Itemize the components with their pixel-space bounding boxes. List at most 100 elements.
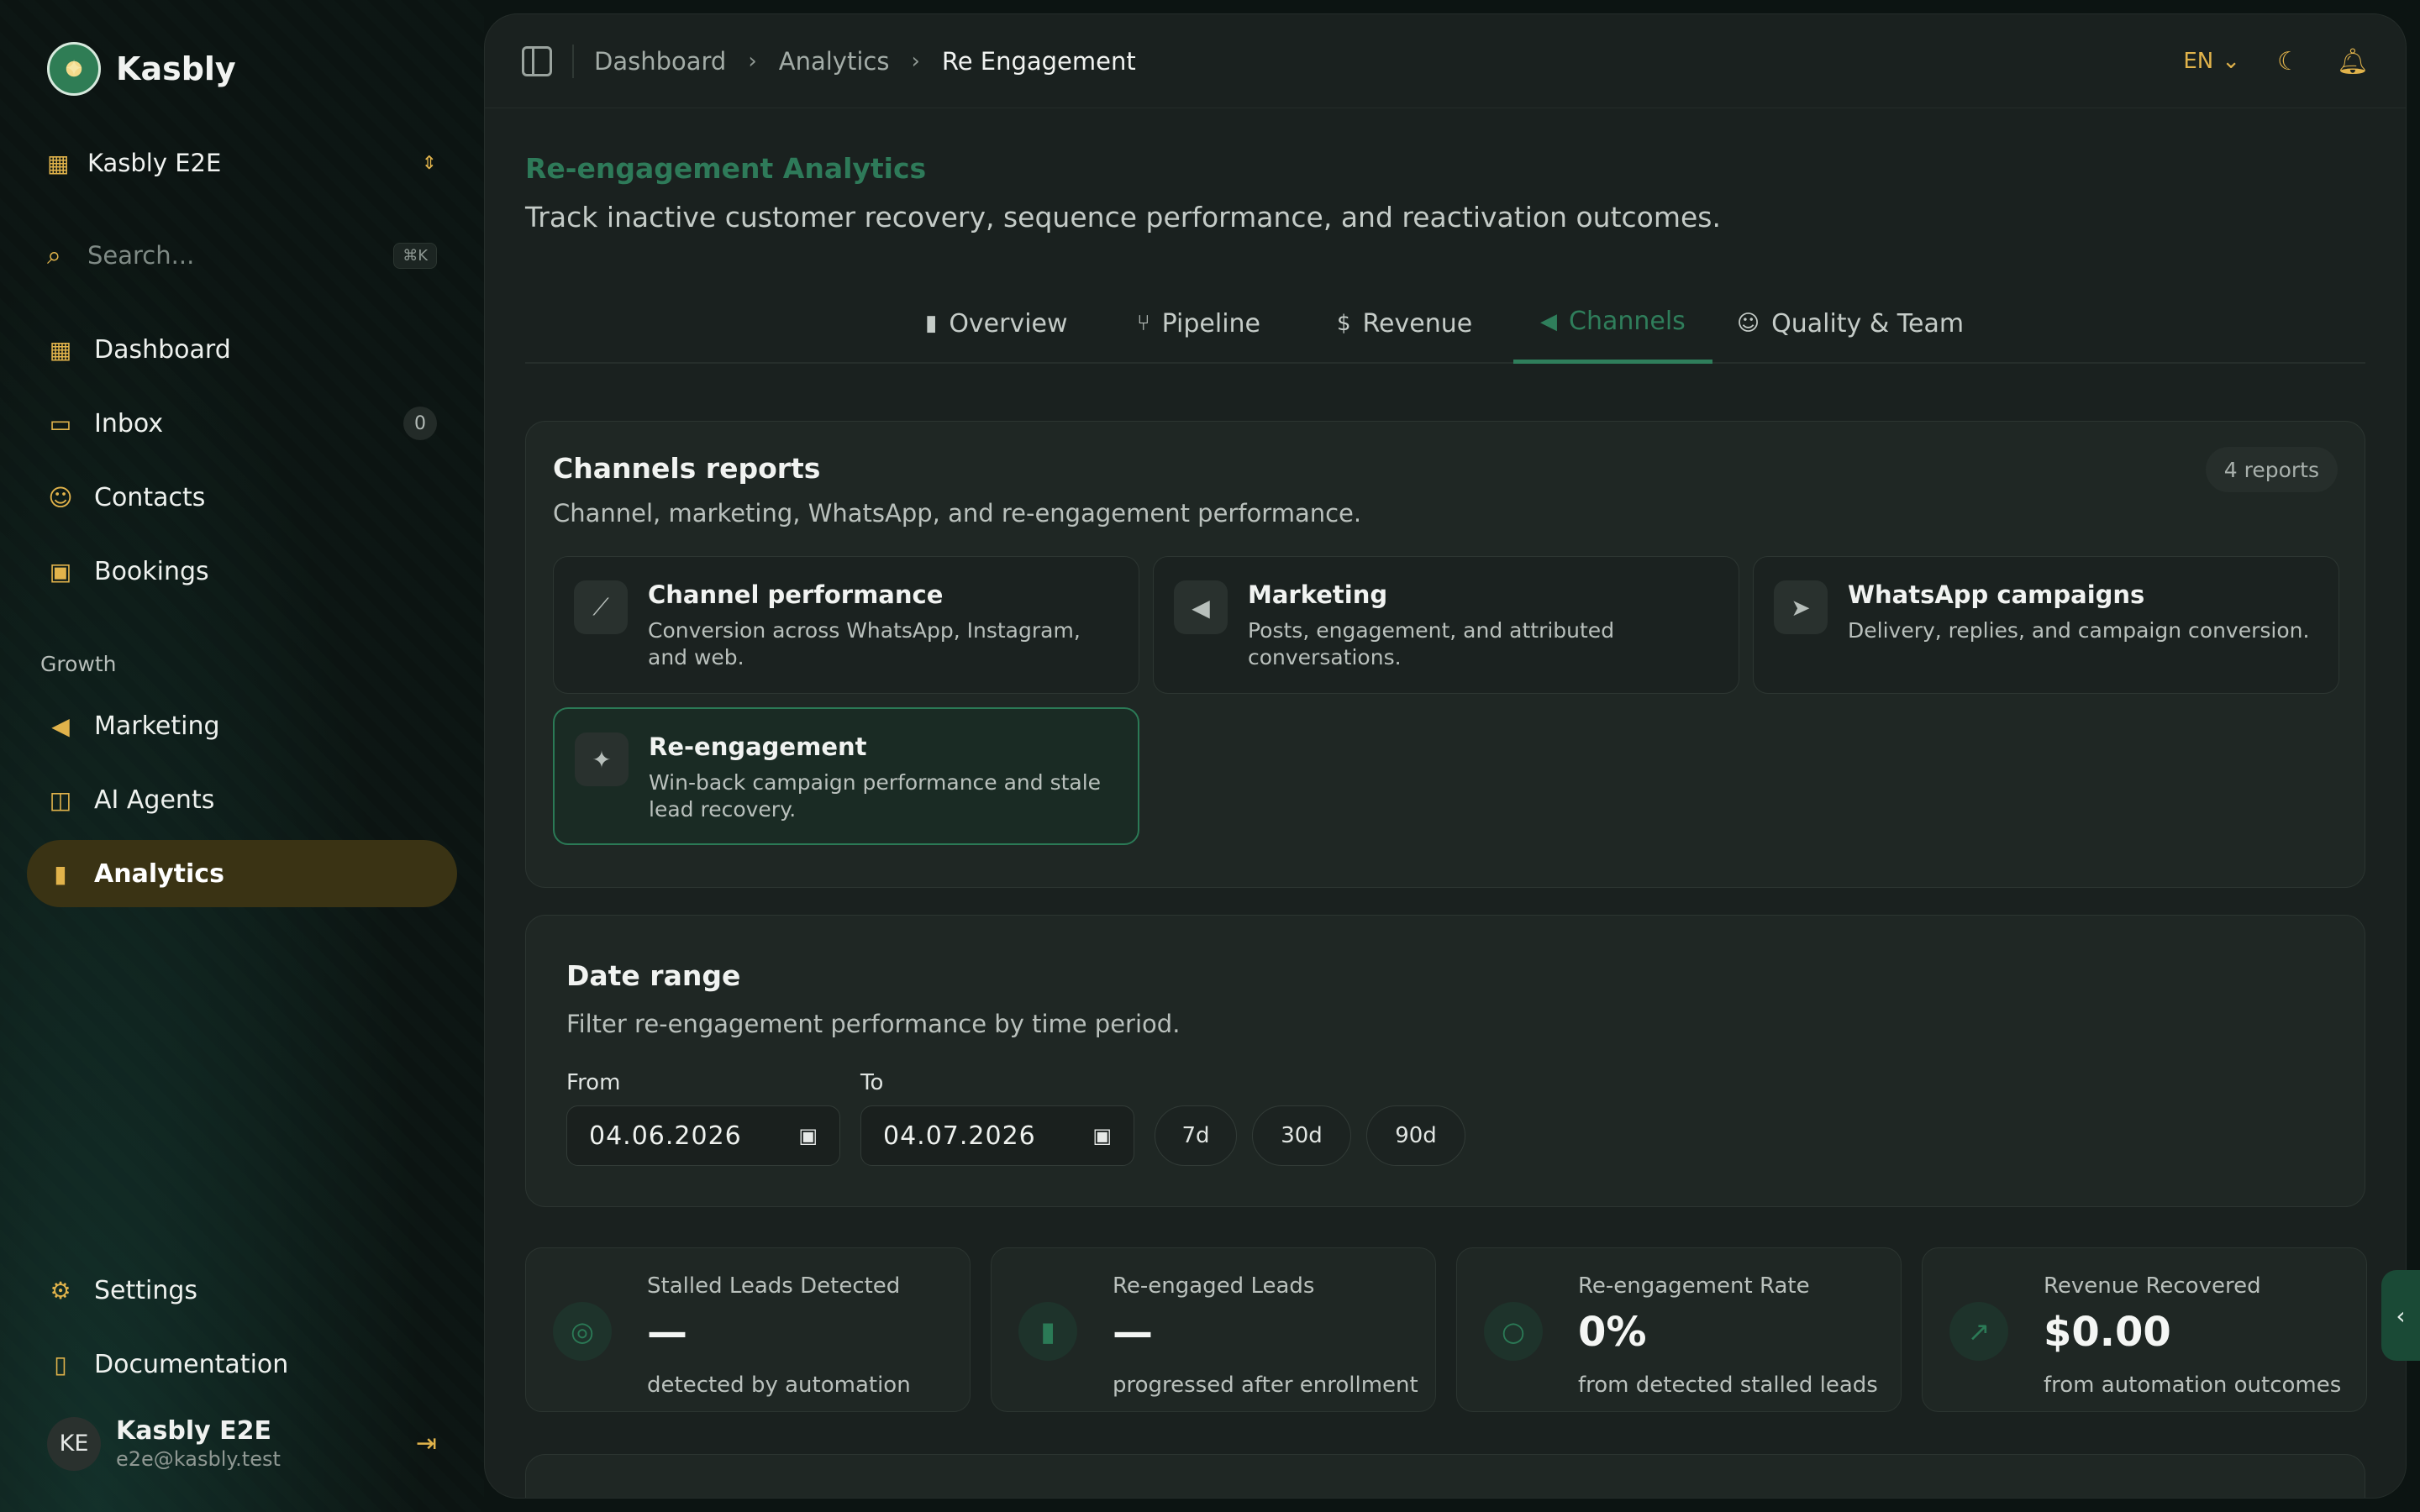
layout-grid-icon: ▦ (49, 335, 72, 364)
sidebar-item-label: Contacts (94, 482, 206, 512)
git-branch-icon: ⑂ (1137, 311, 1150, 336)
bar-chart-icon: ▮ (54, 859, 67, 888)
report-title: Channel performance (648, 580, 944, 609)
sparkles-icon: ✦ (575, 732, 629, 786)
report-title: WhatsApp campaigns (1848, 580, 2145, 609)
target-icon: ◎ (553, 1302, 612, 1361)
report-re-engagement[interactable]: ✦ Re-engagement Win-back campaign perfor… (553, 707, 1139, 845)
stat-label: Re-engaged Leads (1113, 1273, 1315, 1299)
sidebar-item-inbox[interactable]: ▭ Inbox 0 (27, 390, 457, 457)
chevron-left-icon[interactable]: ‹ (2381, 1270, 2420, 1361)
reports-count-badge: 4 reports (2205, 447, 2338, 492)
tab-revenue[interactable]: $ Revenue (1310, 283, 1499, 364)
next-section-card (525, 1454, 2365, 1498)
analytics-tabs: ▮ Overview ⑂ Pipeline $ Revenue ◀ Channe… (525, 283, 2365, 364)
report-title: Re-engagement (649, 732, 867, 761)
to-date-input[interactable]: 04.07.2026 ▣ (860, 1105, 1134, 1166)
topbar-actions: EN ⌄ ☾ 🔔︎ (2183, 14, 2369, 108)
page-title: Re-engagement Analytics (525, 152, 927, 185)
sidebar-item-bookings[interactable]: ▣ Bookings (27, 538, 457, 605)
sidebar-item-ai-agents[interactable]: ◫ AI Agents (27, 766, 457, 833)
date-range-card: Date range Filter re-engagement performa… (525, 915, 2365, 1207)
sidebar-item-label: Inbox (94, 408, 164, 438)
logout-icon[interactable]: ⇥ (416, 1429, 437, 1458)
megaphone-icon: ◀ (1174, 580, 1228, 634)
calendar-icon[interactable]: ▣ (1092, 1124, 1112, 1147)
chevron-right-icon: › (748, 48, 757, 74)
brand[interactable]: ✦ Kasbly (47, 42, 236, 96)
tab-channels[interactable]: ◀ Channels (1513, 283, 1712, 364)
report-description: Posts, engagement, and attributed conver… (1248, 618, 1615, 669)
gear-icon: ⚙ (50, 1276, 71, 1305)
stat-label: Stalled Leads Detected (647, 1273, 901, 1299)
calendar-icon[interactable]: ▣ (798, 1124, 818, 1147)
breadcrumb: Dashboard › Analytics › Re Engagement (594, 47, 1136, 76)
logo-icon: ✦ (47, 42, 101, 96)
report-whatsapp-campaigns[interactable]: ➤ WhatsApp campaigns Delivery, replies, … (1753, 556, 2339, 694)
users-icon: ☺ (48, 483, 73, 512)
tab-label: Overview (949, 308, 1068, 339)
report-description: Delivery, replies, and campaign conversi… (1848, 618, 2310, 643)
avatar[interactable]: KE (47, 1416, 101, 1471)
calendar-icon: ▣ (49, 557, 72, 585)
bot-icon: ◫ (49, 785, 72, 814)
report-description: Win-back campaign performance and stale … (649, 770, 1102, 822)
breadcrumb-dashboard[interactable]: Dashboard (594, 47, 726, 76)
bell-icon[interactable]: 🔔︎ (2337, 47, 2369, 76)
channels-reports-card: Channels reports Channel, marketing, Wha… (525, 421, 2365, 888)
sidebar-item-label: Bookings (94, 556, 209, 586)
sidebar-item-contacts[interactable]: ☺ Contacts (27, 464, 457, 531)
chevrons-up-down-icon: ⇕ (421, 152, 437, 174)
tab-label: Quality & Team (1771, 308, 1965, 339)
dollar-circle-icon: $ (1337, 311, 1351, 336)
breadcrumb-analytics[interactable]: Analytics (779, 47, 890, 76)
sidebar-item-dashboard[interactable]: ▦ Dashboard (27, 316, 457, 383)
message-circle-icon: ○ (1484, 1302, 1543, 1361)
stat-note: progressed after enrollment (1113, 1373, 1418, 1398)
from-date-input[interactable]: 04.06.2026 ▣ (566, 1105, 840, 1166)
user-profile: KE Kasbly E2E e2e@kasbly.test ⇥ (47, 1416, 437, 1471)
preset-90d-button[interactable]: 90d (1366, 1105, 1465, 1166)
stat-value: $0.00 (2044, 1309, 2171, 1356)
bar-chart-icon: ▮ (1018, 1302, 1077, 1361)
report-channel-performance[interactable]: ⟋ Channel performance Conversion across … (553, 556, 1139, 694)
book-open-icon: ▯ (54, 1350, 67, 1378)
building-icon: ▦ (47, 149, 70, 177)
sidebar-section-growth: Growth (40, 652, 117, 676)
search-icon: ⌕ (47, 240, 61, 270)
preset-7d-button[interactable]: 7d (1155, 1105, 1237, 1166)
workspace-switcher[interactable]: ▦ Kasbly E2E ⇕ (47, 144, 437, 181)
user-email: e2e@kasbly.test (116, 1447, 281, 1471)
sidebar-item-label: Settings (94, 1275, 198, 1305)
tab-label: Channels (1569, 307, 1686, 336)
tab-quality-team[interactable]: ☺ Quality & Team (1710, 283, 1991, 364)
tab-pipeline[interactable]: ⑂ Pipeline (1110, 283, 1287, 364)
sidebar-search[interactable]: ⌕ Search... ⌘K (47, 239, 437, 272)
tab-overview[interactable]: ▮ Overview (898, 283, 1095, 364)
megaphone-icon: ◀ (1540, 308, 1557, 334)
sidebar-item-label: Analytics (94, 858, 224, 889)
send-icon: ➤ (1774, 580, 1828, 634)
sidebar-item-documentation[interactable]: ▯ Documentation (27, 1331, 457, 1398)
report-title: Marketing (1248, 580, 1388, 609)
panel-left-icon[interactable] (522, 45, 552, 76)
stat-label: Re-engagement Rate (1578, 1273, 1810, 1299)
report-marketing[interactable]: ◀ Marketing Posts, engagement, and attri… (1153, 556, 1739, 694)
brand-name: Kasbly (116, 50, 236, 87)
date-range-description: Filter re-engagement performance by time… (566, 1010, 1181, 1038)
moon-icon[interactable]: ☾ (2277, 47, 2300, 76)
chevron-right-icon: › (911, 48, 920, 74)
stat-value: 0% (1578, 1309, 1647, 1356)
preset-30d-button[interactable]: 30d (1252, 1105, 1351, 1166)
users-icon: ☺ (1737, 311, 1760, 336)
stat-label: Revenue Recovered (2044, 1273, 2261, 1299)
sidebar-item-settings[interactable]: ⚙ Settings (27, 1257, 457, 1324)
sidebar-item-label: Marketing (94, 711, 220, 741)
date-range-title: Date range (566, 959, 741, 992)
sidebar-item-label: AI Agents (94, 785, 215, 815)
stat-card-re-engagement-rate: ○ Re-engagement Rate 0% from detected st… (1456, 1247, 1902, 1412)
to-date-value: 04.07.2026 (883, 1121, 1036, 1151)
sidebar-item-analytics[interactable]: ▮ Analytics (27, 840, 457, 907)
language-selector[interactable]: EN ⌄ (2183, 49, 2240, 74)
sidebar-item-marketing[interactable]: ◀ Marketing (27, 692, 457, 759)
